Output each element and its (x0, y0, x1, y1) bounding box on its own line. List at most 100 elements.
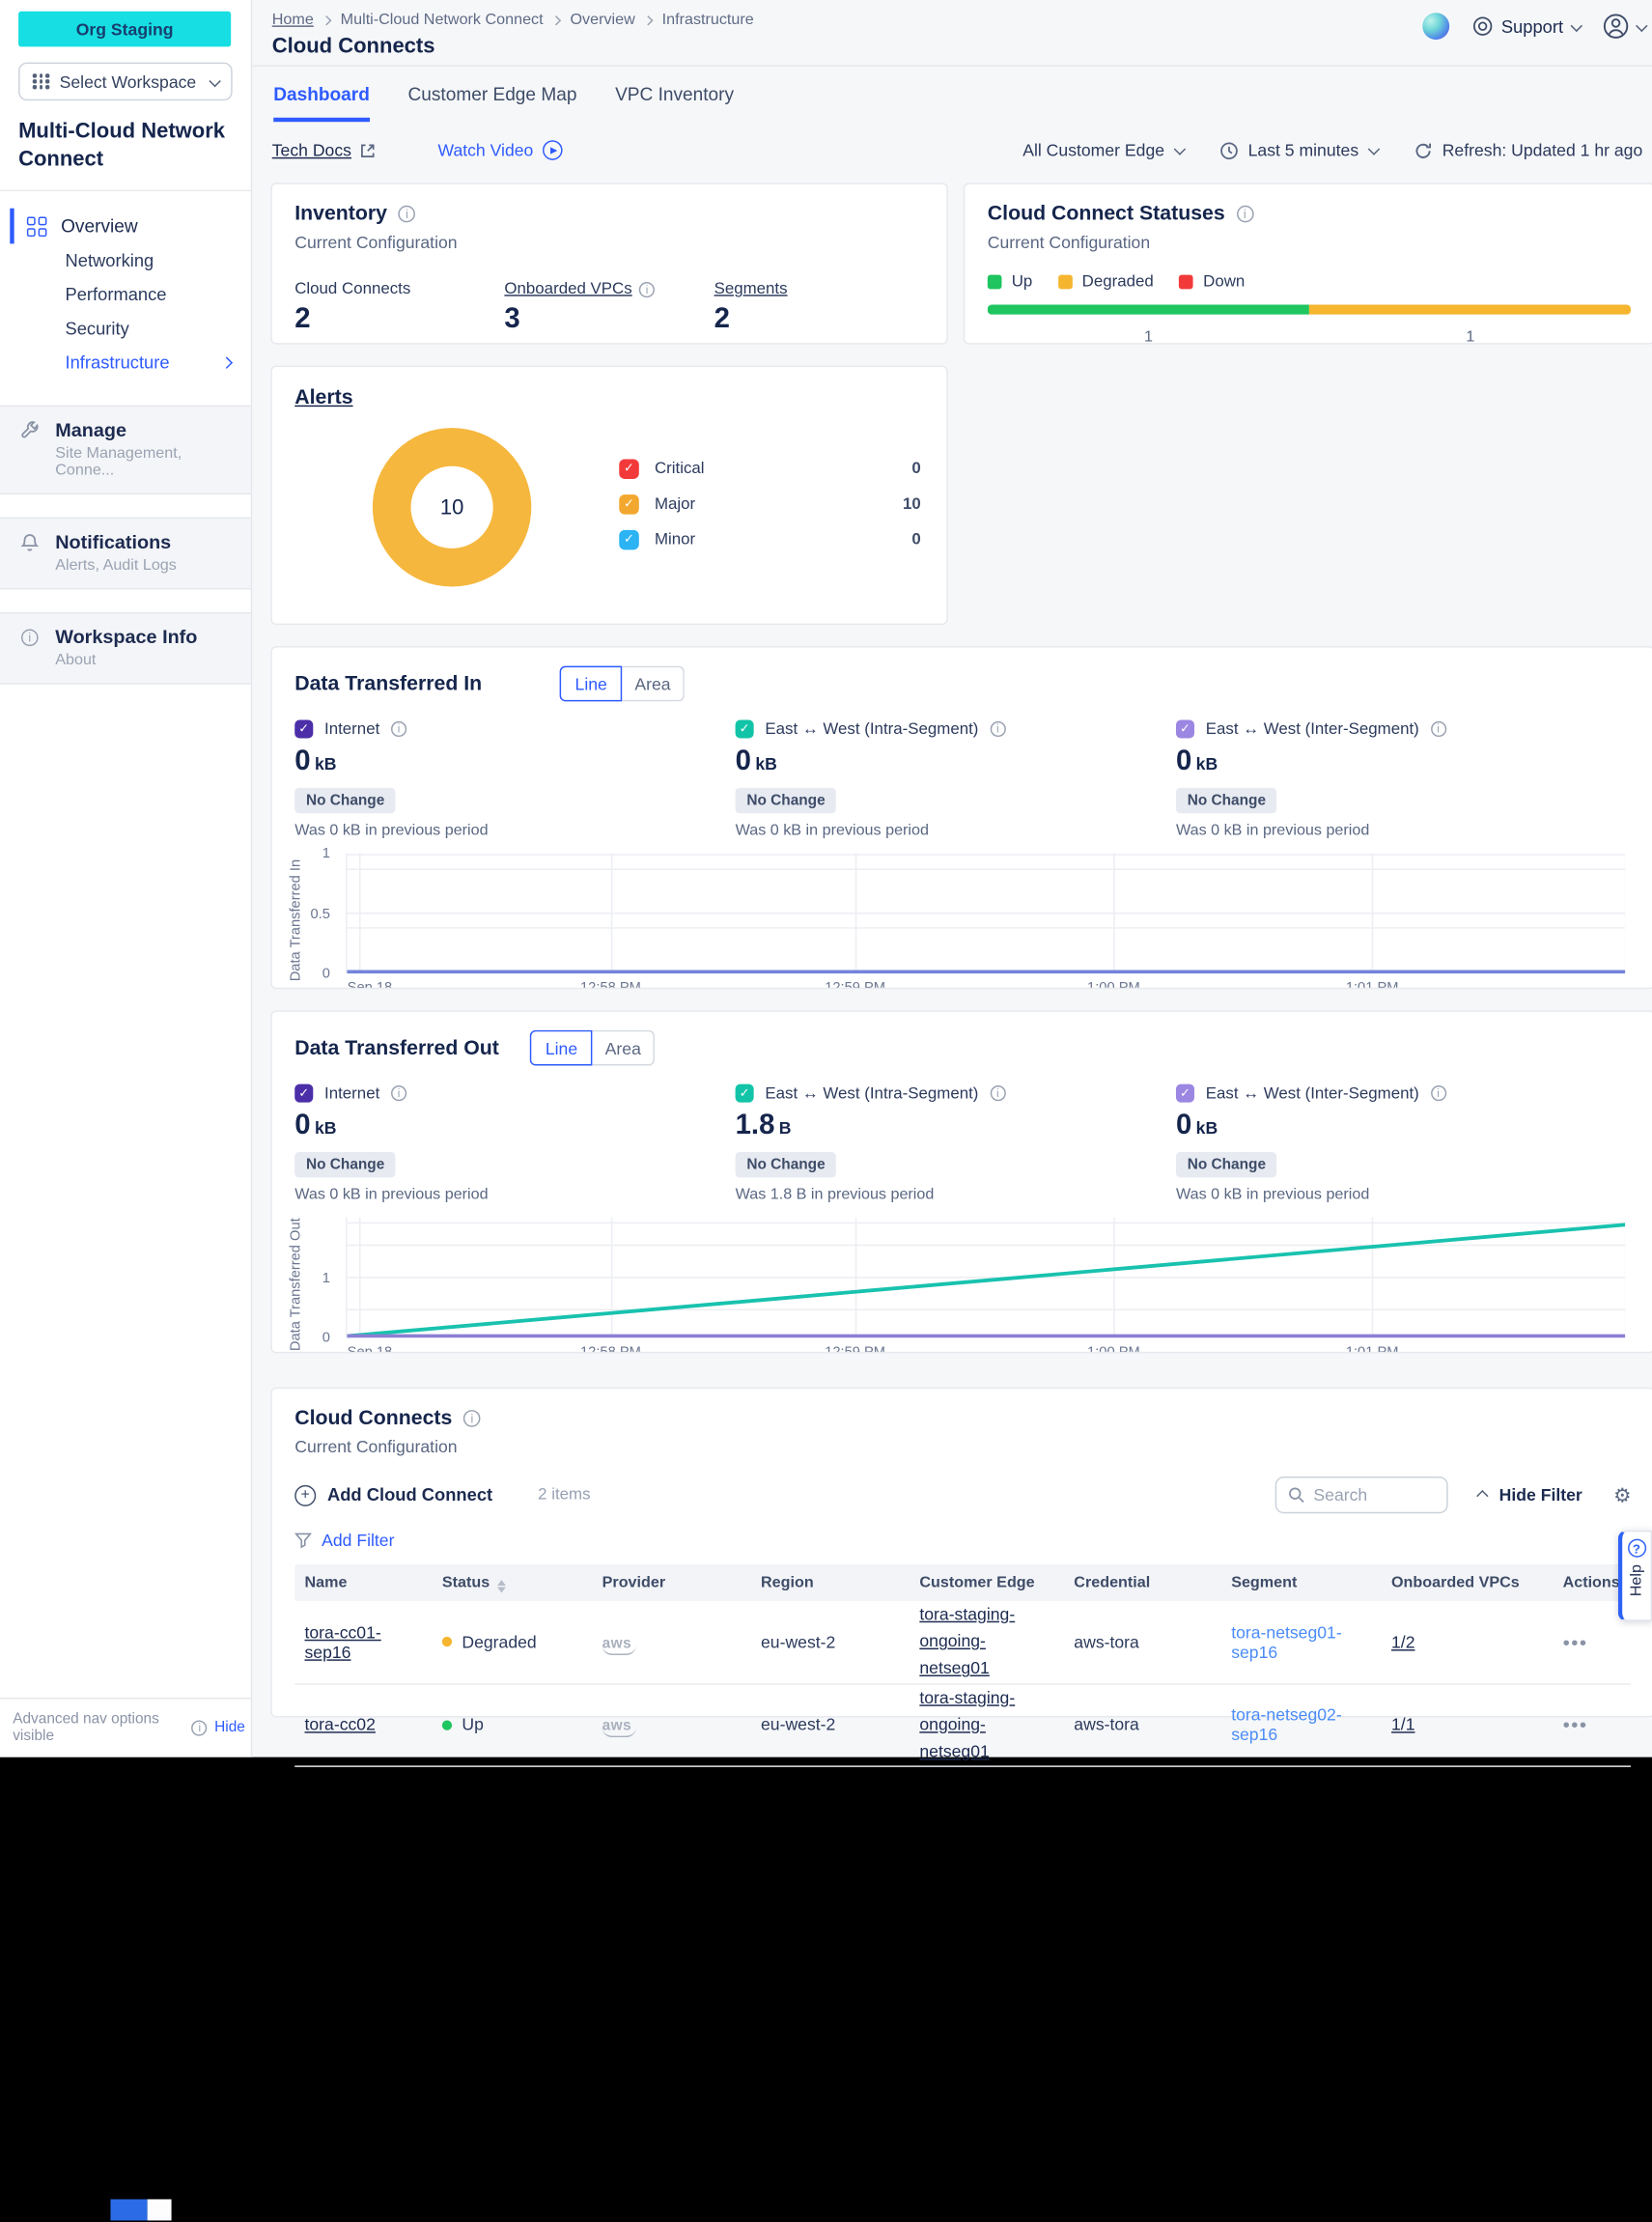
refresh-button[interactable]: Refresh: Updated 1 hr ago (1414, 140, 1642, 160)
chevron-right-icon (551, 14, 561, 24)
help-tab[interactable]: Help (1618, 1531, 1652, 1621)
aws-provider-icon: aws (602, 1718, 631, 1735)
search-input[interactable] (1313, 1485, 1426, 1505)
breadcrumb-home[interactable]: Home (272, 12, 314, 29)
segment-link[interactable]: tora-netseg02-sep16 (1221, 1705, 1382, 1745)
info-icon[interactable] (391, 721, 406, 737)
inter-segment-checkbox[interactable] (1176, 719, 1194, 738)
user-menu[interactable] (1603, 13, 1645, 40)
tab-vpc-inventory[interactable]: VPC Inventory (615, 84, 734, 123)
aws-provider-icon: aws (602, 1635, 631, 1652)
stat-label-link[interactable]: Segments (714, 281, 788, 298)
info-icon[interactable] (399, 206, 416, 223)
row-actions-menu[interactable]: ••• (1553, 1714, 1631, 1736)
metric-internet: Internet 0kB No Change Was 0 kB in previ… (294, 1084, 735, 1203)
hide-filter-button[interactable]: Hide Filter (1479, 1485, 1582, 1505)
org-button[interactable]: Org Staging (18, 12, 231, 47)
info-icon[interactable] (639, 281, 655, 296)
onboarded-vpcs-link[interactable]: 1/1 (1391, 1715, 1414, 1735)
minor-checkbox[interactable] (619, 529, 639, 549)
cloud-connect-link[interactable]: tora-cc01-sep16 (304, 1622, 380, 1662)
intra-segment-checkbox[interactable] (736, 1084, 754, 1103)
onboarded-vpcs-link[interactable]: 1/2 (1391, 1632, 1414, 1652)
info-icon[interactable] (463, 1410, 481, 1427)
breadcrumb-item[interactable]: Multi-Cloud Network Connect (341, 12, 544, 29)
question-circle-icon (1627, 1539, 1645, 1558)
sidebar-item-performance[interactable]: Performance (0, 278, 251, 312)
screen: Org Staging Select Workspace Multi-Cloud… (0, 0, 1652, 2222)
status-text: Degraded (462, 1632, 536, 1652)
add-cloud-connect-button[interactable]: Add Cloud Connect (294, 1484, 492, 1505)
column-header-onboarded-vpcs: Onboarded VPCs (1382, 1574, 1554, 1591)
cloud-connects-title: Cloud Connects (294, 1407, 452, 1429)
info-icon[interactable] (990, 721, 1005, 737)
cloud-connect-link[interactable]: tora-cc02 (304, 1715, 375, 1735)
search-box[interactable] (1275, 1477, 1448, 1513)
credential-cell: aws-tora (1064, 1715, 1221, 1735)
play-circle-icon (544, 140, 564, 160)
sidebar-item-manage[interactable]: Manage Site Management, Conne... (0, 406, 251, 494)
wrench-icon (18, 420, 41, 440)
info-icon[interactable] (391, 1085, 406, 1101)
assistant-orb-icon[interactable] (1422, 13, 1449, 40)
data-transferred-in-card: Data Transferred In Line Area Internet 0… (270, 646, 1652, 989)
major-checkbox[interactable] (619, 493, 639, 514)
column-header-status[interactable]: Status (433, 1574, 593, 1592)
sidebar-item-overview[interactable]: Overview (10, 209, 250, 244)
column-header-name: Name (294, 1574, 432, 1591)
gear-icon[interactable]: ⚙ (1613, 1483, 1631, 1507)
inter-segment-checkbox[interactable] (1176, 1084, 1194, 1103)
line-toggle-button[interactable]: Line (530, 1030, 593, 1066)
alerts-donut-chart: 10 (373, 428, 531, 586)
line-toggle-button[interactable]: Line (560, 666, 623, 702)
hide-advanced-nav-button[interactable]: Hide (214, 1719, 245, 1736)
legend-label: Degraded (1082, 273, 1154, 291)
stat-label-link[interactable]: Onboarded VPCs (504, 281, 631, 298)
status-stacked-bar[interactable] (988, 304, 1632, 314)
customer-edge-filter[interactable]: All Customer Edge (1022, 140, 1183, 160)
critical-checkbox[interactable] (619, 459, 639, 479)
internet-checkbox[interactable] (294, 1084, 313, 1103)
breadcrumb-item[interactable]: Overview (570, 12, 634, 29)
segment-link[interactable]: tora-netseg01-sep16 (1221, 1622, 1382, 1662)
sidebar-item-security[interactable]: Security (0, 312, 251, 346)
sidebar-item-workspace-info[interactable]: Workspace Info About (0, 612, 251, 685)
clock-icon (1219, 141, 1238, 159)
area-toggle-button[interactable]: Area (622, 666, 685, 702)
region-cell: eu-west-2 (751, 1632, 910, 1652)
customer-edge-link[interactable]: tora-staging-ongoing-netseg01 (919, 1684, 1052, 1765)
statuses-title: Cloud Connect Statuses (988, 203, 1225, 225)
breadcrumb-item[interactable]: Infrastructure (662, 12, 754, 29)
advanced-nav-note: Advanced nav options visible (13, 1710, 184, 1744)
info-icon[interactable] (990, 1085, 1005, 1101)
sidebar-item-networking[interactable]: Networking (0, 243, 251, 277)
time-range-selector[interactable]: Last 5 minutes (1219, 140, 1377, 160)
add-filter-button[interactable]: Add Filter (294, 1531, 1631, 1551)
sidebar-item-infrastructure[interactable]: Infrastructure (0, 346, 251, 380)
stat-label: Cloud Connects (294, 281, 410, 298)
info-icon[interactable] (1431, 1085, 1446, 1101)
workspace-selector[interactable]: Select Workspace (18, 63, 233, 101)
metric-unit: kB (315, 1118, 337, 1139)
customer-edge-link[interactable]: tora-staging-ongoing-netseg01 (919, 1601, 1052, 1682)
info-icon[interactable] (1431, 721, 1446, 737)
tab-dashboard[interactable]: Dashboard (273, 84, 370, 123)
metric-value: 0 (736, 745, 751, 776)
row-actions-menu[interactable]: ••• (1553, 1631, 1631, 1653)
internet-checkbox[interactable] (294, 719, 313, 738)
watch-video-link[interactable]: Watch Video (437, 140, 563, 160)
data-out-chart-plot (346, 1218, 1626, 1338)
metric-label: East ↔ West (Intra-Segment) (765, 720, 978, 738)
info-icon[interactable] (1236, 206, 1253, 223)
product-title: Multi-Cloud Network Connect (18, 118, 231, 173)
sidebar-item-notifications[interactable]: Notifications Alerts, Audit Logs (0, 518, 251, 590)
tech-docs-link[interactable]: Tech Docs (272, 140, 376, 160)
x-axis-ticks: Sep 1812:58 PM12:59 PM1:00 PM1:01 PM (346, 1345, 1626, 1354)
metric-note: Was 0 kB in previous period (294, 822, 735, 839)
intra-segment-checkbox[interactable] (736, 719, 754, 738)
support-menu[interactable]: Support (1471, 15, 1581, 37)
alerts-legend: Critical 0 Major 10 Minor 0 (619, 459, 923, 565)
tab-customer-edge-map[interactable]: Customer Edge Map (407, 84, 576, 123)
alerts-title-link[interactable]: Alerts (294, 387, 352, 409)
area-toggle-button[interactable]: Area (593, 1030, 656, 1066)
